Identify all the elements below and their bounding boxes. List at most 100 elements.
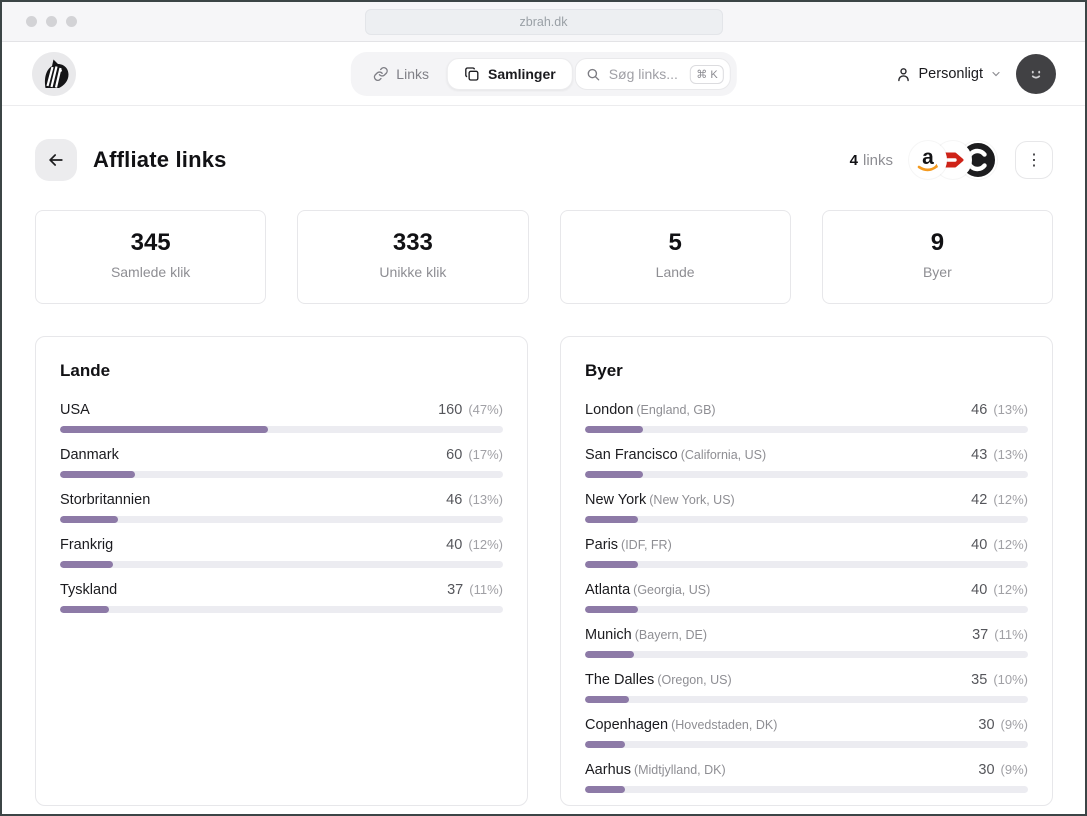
panel-title: Lande [60, 361, 503, 381]
breakdown-panels: Lande USA 160 (47%) Danmark 60 (17%) [35, 336, 1053, 806]
browser-chrome: zbrah.dk [2, 2, 1085, 42]
stat-card: 345 Samlede klik [35, 210, 266, 304]
workspace-switcher[interactable]: Personligt [895, 66, 1002, 83]
breakdown-row: Frankrig 40 (12%) [60, 535, 503, 568]
row-percent: (13%) [993, 402, 1028, 417]
progress-fill [585, 561, 638, 568]
main-nav: Links Samlinger Søg links... [350, 52, 736, 96]
links-count: 4 [850, 152, 858, 169]
breakdown-row: London(England, GB) 46 (13%) [585, 400, 1028, 433]
stat-label: Lande [561, 264, 790, 280]
row-percent: (17%) [468, 447, 503, 462]
row-value: 46 [446, 492, 466, 508]
breakdown-row: The Dalles(Oregon, US) 35 (10%) [585, 670, 1028, 703]
tab-links[interactable]: Links [356, 58, 445, 90]
row-value: 37 [447, 582, 467, 598]
row-label: Copenhagen [585, 717, 668, 733]
search-input[interactable]: Søg links... ⌘ K [575, 58, 731, 90]
progress-fill [585, 426, 643, 433]
progress-fill [585, 696, 629, 703]
workspace-label: Personligt [919, 66, 983, 82]
person-icon [895, 66, 912, 83]
row-region: (California, US) [681, 448, 766, 462]
row-value: 37 [972, 627, 992, 643]
tab-samlinger-label: Samlinger [488, 66, 556, 82]
progress-fill [585, 471, 643, 478]
row-percent: (12%) [993, 582, 1028, 597]
row-percent: (11%) [994, 627, 1028, 642]
kebab-icon: ⋮ [1026, 150, 1042, 170]
user-avatar[interactable] [1016, 54, 1056, 94]
collections-icon [464, 66, 480, 82]
progress-fill [585, 606, 638, 613]
row-region: (Bayern, DE) [635, 628, 707, 642]
stat-value: 333 [298, 229, 527, 257]
window-minimize-button[interactable] [46, 16, 57, 27]
app-header: Links Samlinger Søg links... [2, 42, 1085, 106]
breakdown-panel: Lande USA 160 (47%) Danmark 60 (17%) [35, 336, 528, 806]
stat-label: Samlede klik [36, 264, 265, 280]
row-region: (England, GB) [636, 403, 715, 417]
row-value: 43 [971, 447, 991, 463]
progress-fill [60, 606, 109, 613]
svg-text:a: a [922, 146, 934, 169]
progress-track [585, 696, 1028, 703]
panel-rows: USA 160 (47%) Danmark 60 (17%) Storbrita… [60, 400, 503, 613]
main-content: Affliate links 4 links a [2, 139, 1085, 806]
link-favicon-stack: a [909, 141, 997, 179]
row-value: 30 [978, 762, 998, 778]
row-label: The Dalles [585, 672, 654, 688]
address-bar[interactable]: zbrah.dk [365, 9, 723, 35]
progress-track [585, 561, 1028, 568]
search-shortcut-badge: ⌘ K [690, 65, 723, 84]
progress-fill [585, 651, 634, 658]
breakdown-row: Danmark 60 (17%) [60, 445, 503, 478]
row-percent: (9%) [1001, 762, 1028, 777]
progress-track [585, 651, 1028, 658]
row-label: New York [585, 492, 646, 508]
row-value: 60 [446, 447, 466, 463]
stat-label: Byer [823, 264, 1052, 280]
row-region: (Midtjylland, DK) [634, 763, 726, 777]
stat-label: Unikke klik [298, 264, 527, 280]
row-percent: (12%) [993, 492, 1028, 507]
row-label: USA [60, 402, 90, 418]
breakdown-row: Aarhus(Midtjylland, DK) 30 (9%) [585, 760, 1028, 793]
row-label: Paris [585, 537, 618, 553]
row-value: 40 [971, 537, 991, 553]
stats-row: 345 Samlede klik 333 Unikke klik 5 Lande… [35, 210, 1053, 304]
breakdown-row: Storbritannien 46 (13%) [60, 490, 503, 523]
stat-value: 5 [561, 229, 790, 257]
row-value: 40 [446, 537, 466, 553]
tab-samlinger[interactable]: Samlinger [447, 58, 573, 90]
breakdown-row: Tyskland 37 (11%) [60, 580, 503, 613]
zebra-logo[interactable] [32, 52, 76, 96]
more-options-button[interactable]: ⋮ [1015, 141, 1053, 179]
row-value: 40 [971, 582, 991, 598]
progress-track [60, 426, 503, 433]
progress-track [60, 471, 503, 478]
row-label: San Francisco [585, 447, 678, 463]
row-value: 35 [971, 672, 991, 688]
progress-track [585, 741, 1028, 748]
page-title: Affliate links [93, 147, 227, 173]
row-label: Aarhus [585, 762, 631, 778]
progress-track [60, 561, 503, 568]
stat-card: 5 Lande [560, 210, 791, 304]
row-label: Storbritannien [60, 492, 150, 508]
row-value: 46 [971, 402, 991, 418]
panel-title: Byer [585, 361, 1028, 381]
arrow-left-icon [46, 150, 66, 170]
page-title-row: Affliate links 4 links a [35, 139, 1053, 181]
row-percent: (12%) [468, 537, 503, 552]
window-close-button[interactable] [26, 16, 37, 27]
row-label: London [585, 402, 633, 418]
link-icon [372, 66, 388, 82]
row-region: (IDF, FR) [621, 538, 672, 552]
back-button[interactable] [35, 139, 77, 181]
row-percent: (9%) [1001, 717, 1028, 732]
progress-fill [60, 471, 135, 478]
window-zoom-button[interactable] [66, 16, 77, 27]
row-percent: (47%) [468, 402, 503, 417]
window-controls [26, 16, 77, 27]
